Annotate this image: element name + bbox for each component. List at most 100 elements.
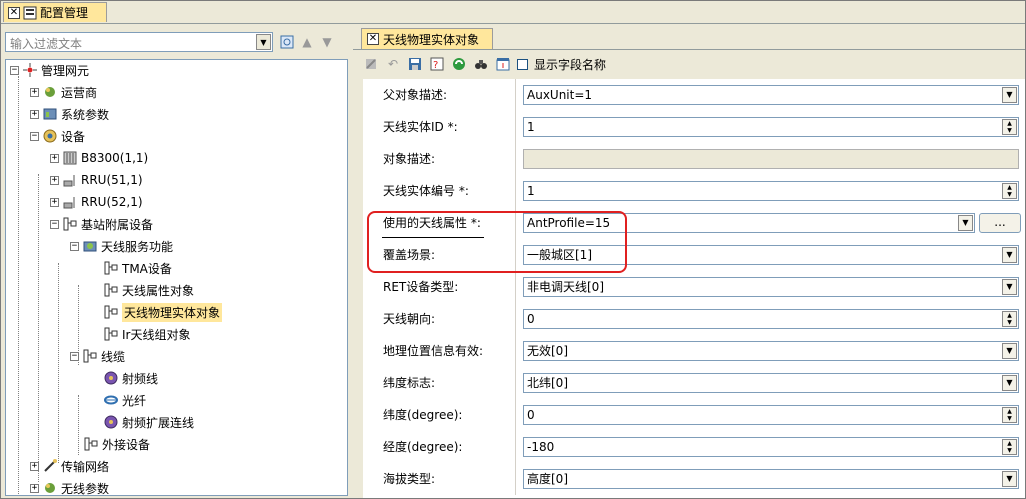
form-row-latitude: 纬度(degree): 0 ▲ ▼	[363, 399, 1025, 431]
spinner-icon[interactable]: ▲ ▼	[1002, 407, 1017, 423]
expand-icon[interactable]: +	[50, 175, 59, 185]
tree-node-antenna-service[interactable]: − 天线服务功能	[70, 236, 173, 256]
expand-icon[interactable]: +	[50, 197, 59, 207]
device-icon	[42, 128, 58, 144]
geo-valid-select[interactable]: 无效[0] ▼	[523, 341, 1019, 361]
tree-node-aux-equipment[interactable]: − 基站附属设备	[50, 214, 153, 234]
ret-type-select[interactable]: 非电调天线[0] ▼	[523, 277, 1019, 297]
collapse-icon[interactable]: −	[70, 351, 79, 361]
object-desc-input[interactable]	[523, 149, 1019, 169]
expand-icon[interactable]: +	[30, 87, 39, 97]
spinner-icon[interactable]: ▲ ▼	[1002, 311, 1017, 327]
expand-icon[interactable]: +	[30, 483, 39, 493]
collapse-icon[interactable]: −	[50, 219, 59, 229]
tab-label: 配置管理	[40, 6, 89, 20]
tree-node-antenna-profile[interactable]: 天线属性对象	[103, 280, 194, 300]
expand-icon[interactable]: +	[50, 153, 59, 163]
filter-row: 输入过滤文本 ▼ ▲ ▼	[3, 32, 348, 54]
close-icon[interactable]: ✕	[367, 33, 379, 45]
edit-icon[interactable]	[363, 56, 379, 72]
tree-node-operator[interactable]: + 运营商	[30, 82, 97, 102]
show-field-names-checkbox[interactable]	[517, 58, 528, 70]
object-node-icon	[83, 436, 99, 452]
move-down-icon[interactable]: ▼	[319, 34, 335, 50]
show-field-names-label: 显示字段名称	[534, 57, 607, 72]
collapse-icon[interactable]: −	[10, 65, 19, 75]
chevron-down-icon[interactable]: ▼	[1002, 375, 1017, 391]
form-row-parent-desc: 父对象描述: AuxUnit=1 ▼	[363, 79, 1025, 111]
latitude-flag-select[interactable]: 北纬[0] ▼	[523, 373, 1019, 393]
chevron-down-icon[interactable]: ▼	[958, 215, 973, 231]
tree-node-device[interactable]: − 设备	[30, 126, 85, 146]
tree-node-ir-antenna-group[interactable]: Ir天线组对象	[103, 324, 190, 344]
tab-antenna-entity[interactable]: ✕ 天线物理实体对象	[361, 28, 493, 49]
filter-dropdown-button[interactable]: ▼	[256, 34, 271, 50]
form-row-azimuth: 天线朝向: 0 ▲ ▼	[363, 303, 1025, 335]
chevron-down-icon[interactable]: ▼	[1002, 343, 1017, 359]
refresh-check-icon[interactable]: ?	[429, 56, 445, 72]
tree-node-wireless-params[interactable]: + 无线参数	[30, 478, 109, 495]
form-row-ret-type: RET设备类型: 非电调天线[0] ▼	[363, 271, 1025, 303]
operator-icon	[42, 84, 58, 100]
filter-input[interactable]: 输入过滤文本	[5, 32, 273, 52]
close-icon[interactable]: ✕	[8, 6, 20, 19]
parent-desc-select[interactable]: AuxUnit=1 ▼	[523, 85, 1019, 105]
altitude-type-select[interactable]: 高度[0] ▼	[523, 469, 1019, 489]
tree-node-external-device[interactable]: 外接设备	[83, 434, 150, 454]
chevron-down-icon[interactable]: ▼	[1002, 471, 1017, 487]
browse-profile-button[interactable]: ...	[979, 213, 1021, 233]
tree-node-cables[interactable]: − 线缆	[70, 346, 125, 366]
detail-tab-strip: ✕ 天线物理实体对象	[353, 27, 1025, 50]
form-row-geo-valid: 地理位置信息有效: 无效[0] ▼	[363, 335, 1025, 367]
system-params-icon	[42, 106, 58, 122]
collapse-icon[interactable]: −	[70, 241, 79, 251]
config-icon	[23, 6, 37, 20]
undo-icon[interactable]: ↶	[385, 56, 401, 72]
move-up-icon[interactable]: ▲	[299, 34, 315, 50]
tree-node-root[interactable]: − 管理网元	[10, 60, 89, 80]
tree-node-fiber[interactable]: 光纤	[103, 390, 146, 410]
expand-icon[interactable]: +	[30, 109, 39, 119]
longitude-stepper[interactable]: -180 ▲ ▼	[523, 437, 1019, 457]
tree-node-rf-cable[interactable]: 射频线	[103, 368, 158, 388]
sync-icon[interactable]	[451, 56, 467, 72]
form-row-antenna-number: 天线实体编号 *: 1 ▲ ▼	[363, 175, 1025, 207]
chevron-down-icon[interactable]: ▼	[1002, 247, 1017, 263]
binoculars-icon[interactable]	[473, 56, 489, 72]
fiber-icon	[103, 392, 119, 408]
svg-text:?: ?	[433, 60, 438, 71]
detail-toolbar: ↶ ? 显示字段名称	[353, 53, 1025, 75]
tree-node-rru-52[interactable]: + RRU(52,1)	[50, 192, 143, 212]
tree-node-transport[interactable]: + 传输网络	[30, 456, 109, 476]
object-node-icon	[103, 304, 119, 320]
object-node-icon	[82, 348, 98, 364]
tree-node-rf-ext-link[interactable]: 射频扩展连线	[103, 412, 194, 432]
locate-icon[interactable]	[279, 34, 295, 50]
chevron-down-icon[interactable]: ▼	[1002, 87, 1017, 103]
save-icon[interactable]	[407, 56, 423, 72]
tree-node-rru-51[interactable]: + RRU(51,1)	[50, 170, 143, 190]
tree-node-system-params[interactable]: + 系统参数	[30, 104, 109, 124]
export-icon[interactable]	[495, 56, 511, 72]
expand-icon[interactable]: +	[30, 461, 39, 471]
antenna-service-icon	[82, 238, 98, 254]
chevron-down-icon[interactable]: ▼	[1002, 279, 1017, 295]
form-row-latitude-flag: 纬度标志: 北纬[0] ▼	[363, 367, 1025, 399]
spinner-icon[interactable]: ▲ ▼	[1002, 439, 1017, 455]
form-row-antenna-id: 天线实体ID *: 1 ▲ ▼	[363, 111, 1025, 143]
tree-node-tma[interactable]: TMA设备	[103, 258, 172, 278]
collapse-icon[interactable]: −	[30, 131, 39, 141]
latitude-stepper[interactable]: 0 ▲ ▼	[523, 405, 1019, 425]
object-node-icon	[103, 260, 119, 276]
tree-node-b8300[interactable]: + B8300(1,1)	[50, 148, 148, 168]
nav-tree: − 管理网元 + 运营商 + 系统参数 − 设备 + B8300(1,1) + …	[5, 59, 348, 496]
antenna-id-stepper[interactable]: 1 ▲ ▼	[523, 117, 1019, 137]
antenna-number-stepper[interactable]: 1 ▲ ▼	[523, 181, 1019, 201]
label-underline	[382, 237, 484, 238]
tab-config-management[interactable]: ✕ 配置管理	[3, 2, 107, 22]
spinner-icon[interactable]: ▲ ▼	[1002, 119, 1017, 135]
tree-node-antenna-entity[interactable]: 天线物理实体对象	[103, 302, 223, 322]
rru-icon	[62, 194, 78, 210]
spinner-icon[interactable]: ▲ ▼	[1002, 183, 1017, 199]
azimuth-stepper[interactable]: 0 ▲ ▼	[523, 309, 1019, 329]
